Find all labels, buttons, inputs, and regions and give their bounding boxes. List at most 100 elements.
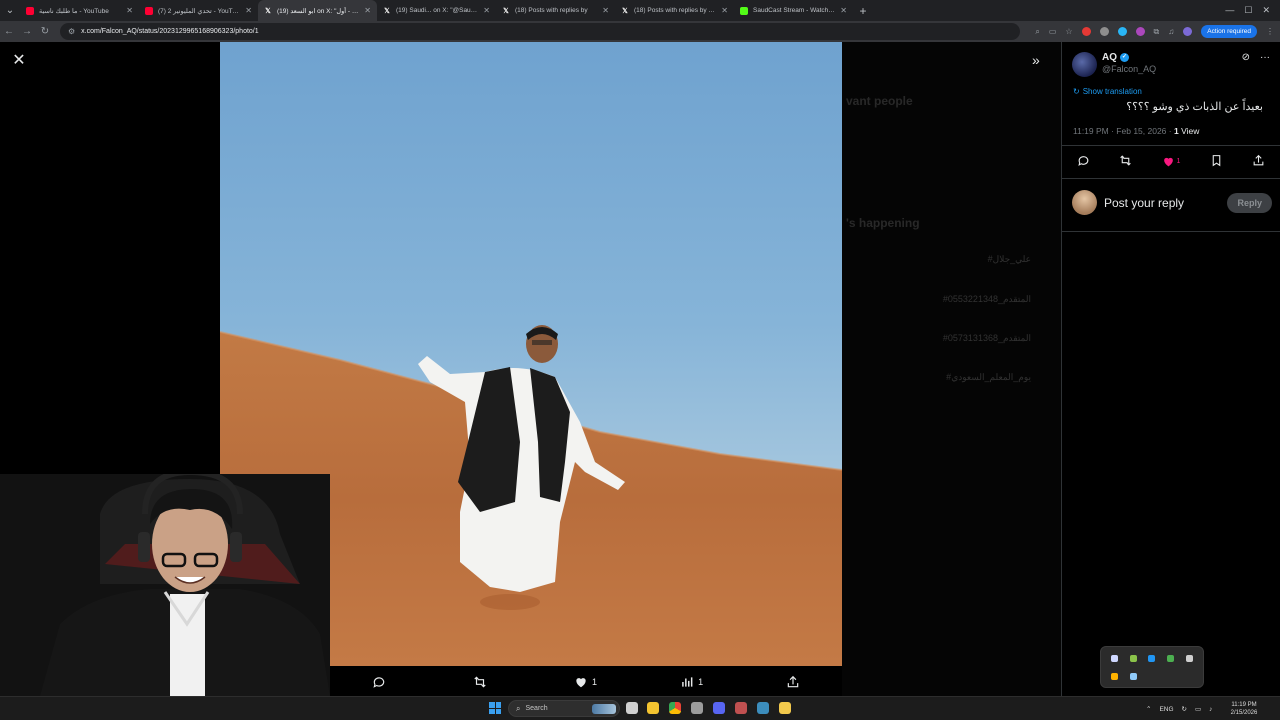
collapse-panel-icon[interactable]: » <box>1032 52 1040 68</box>
author-handle[interactable]: @Falcon_AQ <box>1102 64 1156 74</box>
window-controls: — ☐ ✕ <box>1225 5 1280 16</box>
bg-heading-happening: 's happening <box>846 216 920 230</box>
browser-tab-strip: ⌄ ما طلبك ناسية - YouTube ✕ (7) تحدي الملي… <box>0 0 1280 21</box>
usb-tray-icon[interactable] <box>1186 654 1194 662</box>
media-icon[interactable]: ♫ <box>1168 27 1174 36</box>
retweet-action[interactable] <box>473 675 491 689</box>
network-icon[interactable]: ▭ <box>1195 705 1201 713</box>
close-tab-icon[interactable]: ✕ <box>126 6 133 15</box>
reply-submit-button[interactable]: Reply <box>1227 192 1272 213</box>
translate-icon: ↻ <box>1073 87 1080 96</box>
extension-blue-icon[interactable] <box>1117 27 1127 36</box>
author-block[interactable]: AQ ✓ @Falcon_AQ <box>1072 52 1156 77</box>
address-bar-row: ← → ↻ ⚙ x.com/Falcon_AQ/status/202312996… <box>0 21 1280 42</box>
taskbar-clock[interactable]: 11:19 PM 2/15/2026 <box>1228 701 1260 717</box>
reply-action[interactable] <box>372 675 390 689</box>
browser-tab[interactable]: 𝕏 (19) Saudi... on X: "@Saudi... ✕ <box>377 0 496 21</box>
discord-icon[interactable] <box>713 702 725 714</box>
cast-icon[interactable]: ▭ <box>1049 27 1057 36</box>
action-required-button[interactable]: Action required <box>1201 25 1257 38</box>
back-icon[interactable]: ← <box>0 26 18 37</box>
app-icon[interactable] <box>735 702 747 714</box>
close-tab-icon[interactable]: ✕ <box>602 6 609 15</box>
browser-tab[interactable]: ما طلبك ناسية - YouTube ✕ <box>20 0 139 21</box>
bookmark-star-icon[interactable]: ☆ <box>1065 27 1072 36</box>
browser-tab[interactable]: (7) تحدي المليونير 2 - YouTube ✕ <box>139 0 258 21</box>
user-avatar[interactable] <box>1072 190 1097 215</box>
chrome-icon[interactable] <box>669 702 681 714</box>
sync-icon[interactable]: ↻ <box>1182 705 1187 713</box>
close-tab-icon[interactable]: ✕ <box>364 6 371 15</box>
tweet-time[interactable]: 11:19 PM · Feb 15, 2026 · <box>1073 126 1174 136</box>
share-button[interactable] <box>1252 154 1265 169</box>
reply-input[interactable]: Post your reply <box>1104 196 1227 210</box>
discord-tray-icon[interactable] <box>1110 654 1118 662</box>
show-translation-link[interactable]: ↻ Show translation <box>1073 87 1142 96</box>
browser-tab[interactable]: 𝕏 (19) ابو السعد on X: "ميمز - أول✕ <box>258 0 377 21</box>
views-action[interactable]: 1 <box>680 675 703 689</box>
file-explorer-icon[interactable] <box>647 702 659 714</box>
browser-tab[interactable]: SaudCast Stream - Watch Live ✕ <box>734 0 853 21</box>
extensions-puzzle-icon[interactable]: ⧉ <box>1154 27 1160 37</box>
zoom-icon[interactable]: ⌕ <box>1035 27 1039 37</box>
more-icon[interactable]: ··· <box>1260 52 1270 63</box>
sticky-notes-icon[interactable] <box>779 702 791 714</box>
app-tray-icon[interactable] <box>1110 672 1118 680</box>
share-action[interactable] <box>786 675 800 689</box>
close-window-icon[interactable]: ✕ <box>1262 5 1270 16</box>
new-tab-button[interactable]: + <box>853 4 873 18</box>
bg-heading-relevant: vant people <box>846 94 913 108</box>
like-button[interactable]: 1 <box>1162 155 1180 168</box>
taskbar-search[interactable]: ⌕ Search <box>508 700 620 717</box>
close-tab-icon[interactable]: ✕ <box>245 6 252 15</box>
author-avatar[interactable] <box>1072 52 1097 77</box>
share-icon <box>1253 154 1264 166</box>
app-icon[interactable] <box>757 702 769 714</box>
volume-icon[interactable]: ♪ <box>1209 706 1212 713</box>
close-icon[interactable]: ✕ <box>10 52 28 70</box>
app-tray-icon[interactable] <box>1129 654 1137 662</box>
start-icon[interactable] <box>489 702 501 714</box>
settings-icon[interactable] <box>691 702 703 714</box>
maximize-icon[interactable]: ☐ <box>1244 5 1252 16</box>
app-tray-icon[interactable] <box>1167 654 1175 662</box>
extension-purple-icon[interactable] <box>1135 27 1145 36</box>
browser-tab[interactable]: 𝕏 (18) Posts with replies by Hamad ✕ <box>615 0 734 21</box>
x-icon: 𝕏 <box>265 7 271 15</box>
extension-red-icon[interactable] <box>1081 27 1091 36</box>
app-tray-icon[interactable] <box>1129 672 1137 680</box>
site-info-icon[interactable]: ⚙ <box>68 27 75 36</box>
reply-button[interactable] <box>1077 154 1090 169</box>
url-field[interactable]: ⚙ x.com/Falcon_AQ/status/202312996516890… <box>60 23 1020 40</box>
grok-icon[interactable]: ⊘ <box>1242 52 1250 63</box>
forward-icon[interactable]: → <box>18 26 36 37</box>
like-action[interactable]: 1 <box>574 675 597 689</box>
display-name[interactable]: AQ ✓ <box>1102 52 1156 63</box>
retweet-button[interactable] <box>1119 154 1132 169</box>
close-tab-icon[interactable]: ✕ <box>483 6 490 15</box>
heart-icon <box>576 678 586 688</box>
tab-title: (18) Posts with replies by <box>515 7 588 14</box>
youtube-icon <box>145 6 153 15</box>
app-tray-icon[interactable] <box>1148 654 1156 662</box>
tray-chevron-icon[interactable]: ⌃ <box>1146 705 1151 713</box>
x-icon: 𝕏 <box>622 7 628 15</box>
verified-badge-icon: ✓ <box>1120 53 1129 62</box>
minimize-icon[interactable]: — <box>1225 5 1234 16</box>
browser-tab[interactable]: 𝕏 (18) Posts with replies by ✕ <box>496 0 615 21</box>
close-tab-icon[interactable]: ✕ <box>840 6 847 15</box>
bookmark-button[interactable] <box>1210 154 1223 169</box>
divider <box>1062 178 1280 179</box>
extension-gray-icon[interactable] <box>1099 27 1109 36</box>
menu-icon[interactable]: ⋮ <box>1266 27 1274 36</box>
reload-icon[interactable]: ↻ <box>36 26 54 37</box>
tab-search-icon[interactable]: ⌄ <box>0 0 20 21</box>
retweet-icon <box>1120 155 1131 166</box>
close-tab-icon[interactable]: ✕ <box>721 6 728 15</box>
bg-trend: #علي_جلال <box>987 254 1031 264</box>
language-indicator[interactable]: ENG <box>1159 706 1173 713</box>
tweet-detail-panel: AQ ✓ @Falcon_AQ ⊘ ··· ↻ Show translation… <box>1061 42 1280 696</box>
tweet-meta: 11:19 PM · Feb 15, 2026 · 1 View <box>1073 126 1199 136</box>
task-view-icon[interactable] <box>626 702 638 714</box>
profile-icon[interactable] <box>1183 27 1193 36</box>
